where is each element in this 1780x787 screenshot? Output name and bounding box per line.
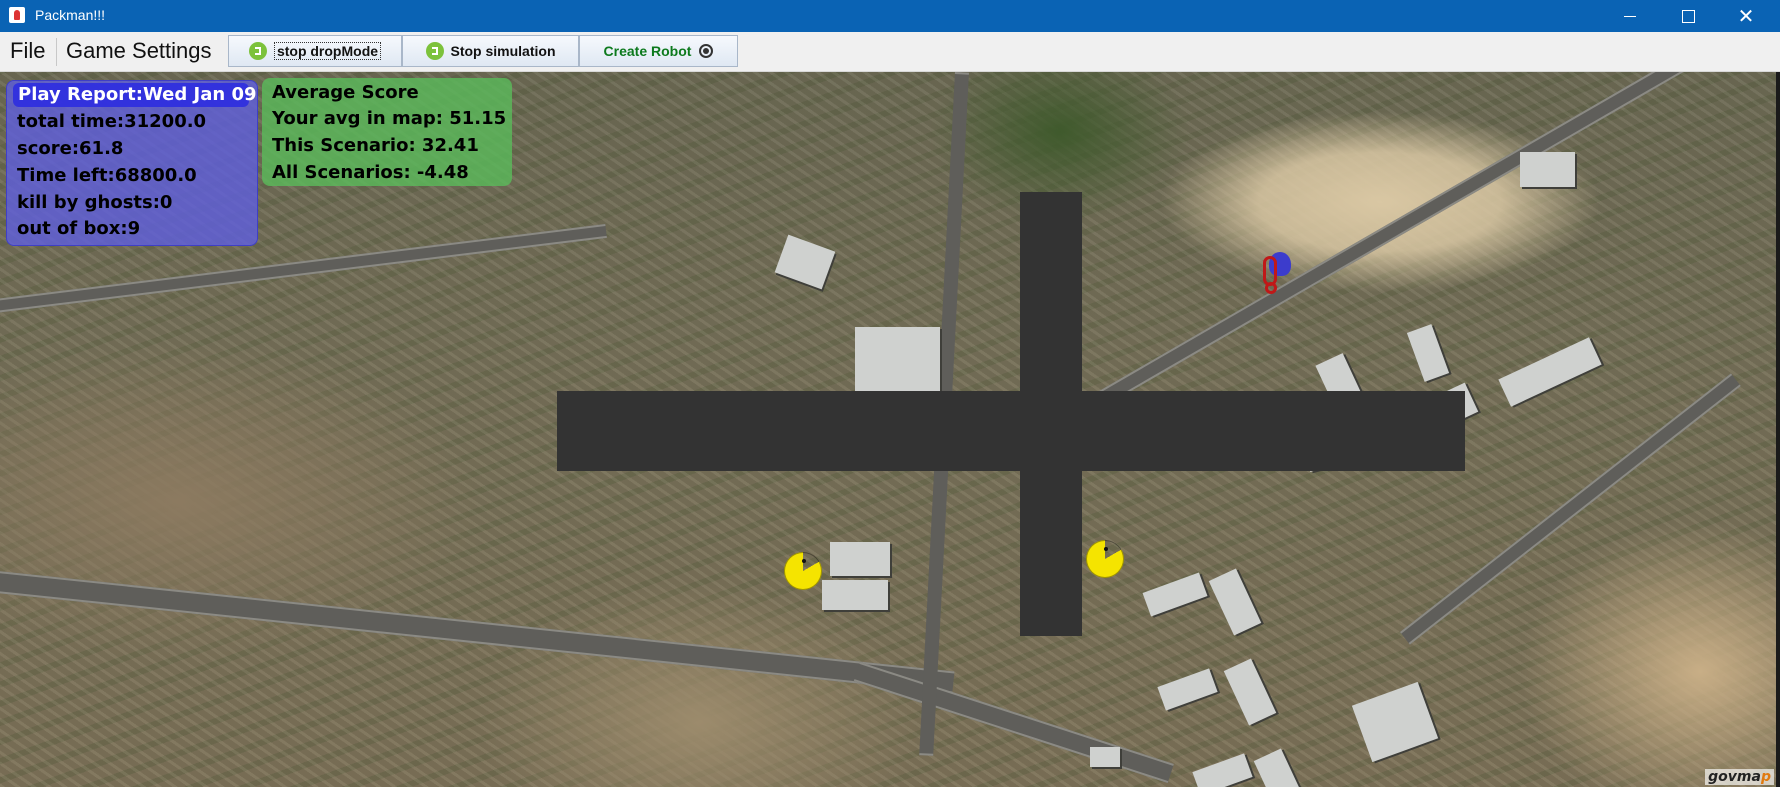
score: score:61.8 (17, 138, 124, 159)
player-wheel (1265, 282, 1277, 294)
menu-separator (56, 38, 57, 66)
building (1157, 668, 1218, 711)
minimize-icon (1624, 15, 1636, 17)
play-report-title: Play Report:Wed Jan 09 (18, 84, 257, 105)
maximize-button[interactable] (1659, 0, 1717, 32)
building (855, 327, 940, 397)
minimize-button[interactable] (1601, 0, 1659, 32)
building (1253, 748, 1307, 787)
road (1080, 72, 1712, 416)
building (1208, 568, 1262, 636)
pacman (1086, 540, 1124, 578)
average-score-title: Average Score (272, 82, 419, 103)
drop-mode-label: stop dropMode (273, 42, 382, 60)
close-button[interactable]: ✕ (1717, 0, 1775, 32)
building (1351, 681, 1439, 763)
game-settings-menu[interactable]: Game Settings (66, 38, 212, 64)
building (774, 234, 836, 290)
pacman (784, 552, 822, 590)
building (1520, 152, 1575, 187)
file-menu[interactable]: File (10, 38, 45, 64)
building (1192, 753, 1253, 787)
maximize-icon (1681, 9, 1695, 23)
building (830, 542, 890, 576)
pacman-eye (802, 559, 806, 563)
play-report-panel: Play Report:Wed Jan 09 total time:31200.… (6, 80, 258, 246)
player-robot-sprite (1263, 252, 1297, 300)
avg-in-map: Your avg in map: 51.15 (272, 108, 507, 129)
out-of-box: out of box:9 (17, 218, 141, 239)
building (822, 580, 888, 610)
watermark-text: govma (1708, 769, 1761, 785)
this-scenario-score: This Scenario: 32.41 (272, 135, 479, 156)
green-exit-icon (248, 42, 267, 60)
pacman-eye (1104, 547, 1108, 551)
building (1223, 658, 1277, 726)
menu-bar: File Game Settings stop dropMode Stop si… (0, 32, 1780, 72)
all-scenarios-score: All Scenarios: -4.48 (272, 162, 469, 183)
stop-simulation-label: Stop simulation (450, 43, 556, 59)
wall-horizontal (557, 391, 1465, 471)
map-watermark-logo: govmap (1705, 769, 1774, 785)
window-title: Packman!!! (35, 7, 106, 23)
drop-mode-button[interactable]: stop dropMode (228, 35, 402, 67)
building (1406, 324, 1450, 382)
watermark-accent: p (1760, 769, 1771, 785)
building (1142, 572, 1208, 617)
total-time: total time:31200.0 (17, 111, 207, 132)
kill-by-ghosts: kill by ghosts:0 (17, 192, 173, 213)
stop-simulation-button[interactable]: Stop simulation (402, 35, 579, 67)
building (1090, 747, 1120, 767)
window-edge (1776, 72, 1780, 787)
building (1498, 337, 1602, 407)
close-icon: ✕ (1737, 4, 1755, 28)
java-app-icon (9, 7, 25, 23)
create-robot-button[interactable]: Create Robot (579, 35, 738, 67)
green-exit-icon (425, 42, 444, 60)
road (853, 662, 1174, 783)
create-robot-label: Create Robot (603, 43, 692, 59)
time-left: Time left:68800.0 (17, 165, 197, 186)
average-score-panel: Average Score Your avg in map: 51.15 Thi… (262, 78, 512, 186)
window-titlebar: Packman!!! ✕ (0, 0, 1780, 32)
robot-icon (699, 44, 714, 58)
